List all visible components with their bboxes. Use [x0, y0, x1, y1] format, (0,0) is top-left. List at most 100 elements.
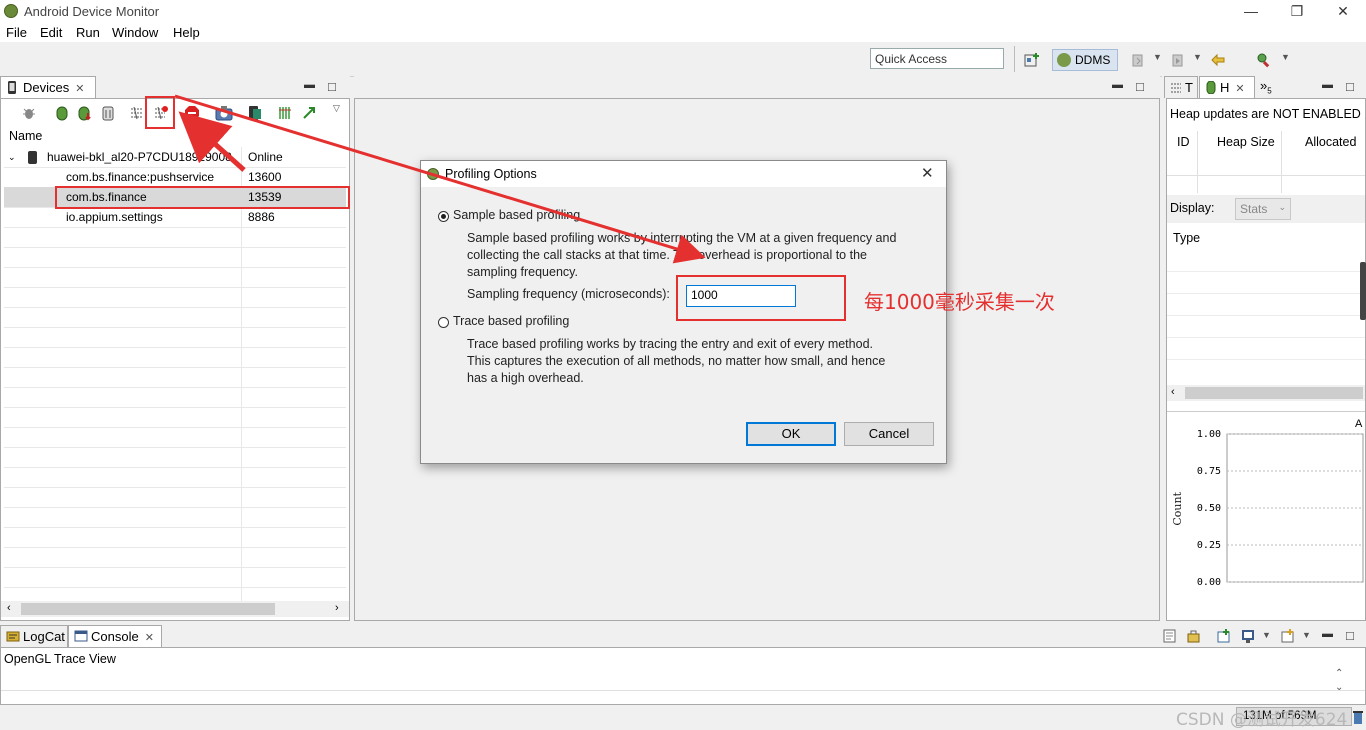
tab-threads[interactable]: T: [1164, 76, 1198, 98]
minimize-view-icon[interactable]: ▬: [304, 79, 315, 91]
app-icon: [4, 4, 18, 18]
column-type-header[interactable]: Type: [1173, 231, 1200, 245]
close-icon[interactable]: ✕: [75, 83, 84, 95]
tab-logcat[interactable]: LogCat: [0, 625, 68, 647]
opengl-trace-icon[interactable]: [301, 105, 317, 121]
maximize-view-icon[interactable]: □: [1136, 79, 1144, 94]
devices-horizontal-scrollbar[interactable]: ‹ ›: [1, 601, 349, 617]
open-console-dropdown-icon[interactable]: ▼: [1302, 630, 1311, 640]
stop-process-icon[interactable]: [184, 105, 200, 121]
console-content-title: OpenGL Trace View: [4, 652, 116, 666]
debug-dropdown-icon[interactable]: ▼: [1153, 52, 1162, 62]
display-console-icon[interactable]: [1240, 628, 1256, 644]
scroll-right-icon[interactable]: ›: [335, 602, 339, 614]
clear-console-icon[interactable]: [1162, 628, 1178, 644]
cancel-button[interactable]: Cancel: [844, 422, 934, 446]
heap-tab-bar: T H ✕ »5 ▬ □: [1162, 76, 1366, 98]
menu-help[interactable]: Help: [173, 25, 200, 40]
chevron-down-icon[interactable]: ⌄: [8, 147, 16, 167]
run-icon[interactable]: [1170, 52, 1186, 68]
search-icon[interactable]: [1256, 52, 1272, 68]
display-select[interactable]: Stats ⌄: [1235, 198, 1291, 220]
annotation-box-profiling-button: [145, 96, 175, 129]
dump-view-hierarchy-icon[interactable]: [247, 105, 263, 121]
dialog-close-icon[interactable]: ✕: [921, 164, 934, 182]
scroll-up-icon[interactable]: ⌃: [1335, 668, 1343, 679]
menu-run[interactable]: Run: [76, 25, 100, 40]
screen-capture-icon[interactable]: [215, 105, 233, 121]
bottom-view: LogCat Console ✕ ▼ ▼ ▬ □ OpenGL Trace Vie…: [0, 625, 1366, 705]
heap-tab-icon: [1206, 81, 1216, 94]
minimize-view-icon[interactable]: ▬: [1322, 79, 1333, 91]
trace-profiling-radio[interactable]: [438, 317, 449, 328]
scroll-lock-icon[interactable]: [1186, 628, 1202, 644]
trace-profiling-label[interactable]: Trace based profiling: [453, 314, 569, 328]
sample-profiling-label[interactable]: Sample based profiling: [453, 208, 580, 222]
close-icon[interactable]: ✕: [145, 632, 154, 644]
tab-devices[interactable]: Devices ✕: [0, 76, 96, 98]
more-tabs-icon[interactable]: »5: [1260, 78, 1272, 96]
update-threads-icon[interactable]: [129, 105, 145, 121]
trash-icon[interactable]: [1352, 709, 1364, 725]
column-heap-size-header[interactable]: Heap Size: [1217, 135, 1275, 149]
scrollbar-thumb[interactable]: [1185, 387, 1363, 399]
column-name-header[interactable]: Name: [9, 129, 42, 143]
chevron-down-icon: ⌄: [1278, 202, 1286, 212]
heap-chart: A Count 1.00 0.75 0.50 0.25 0.00: [1167, 411, 1365, 620]
ok-button[interactable]: OK: [746, 422, 836, 446]
restore-button[interactable]: ❐: [1274, 0, 1320, 22]
minimize-button[interactable]: —: [1228, 0, 1274, 22]
maximize-view-icon[interactable]: □: [1346, 79, 1354, 94]
maximize-view-icon[interactable]: □: [1346, 628, 1354, 643]
back-arrow-icon[interactable]: [1210, 52, 1226, 68]
view-menu-icon[interactable]: ▽: [333, 103, 340, 114]
title-bar: Android Device Monitor — ❐ ✕: [0, 0, 1366, 22]
heap-horizontal-scrollbar[interactable]: ‹: [1167, 385, 1365, 401]
scroll-down-icon[interactable]: ⌄: [1335, 682, 1343, 693]
process-name: io.appium.settings: [66, 210, 163, 224]
cause-gc-icon[interactable]: [101, 105, 115, 121]
maximize-view-icon[interactable]: □: [328, 79, 336, 94]
row-divider: [1167, 271, 1365, 272]
menu-file[interactable]: File: [6, 25, 27, 40]
scrollbar-thumb[interactable]: [21, 603, 275, 615]
quick-access-input[interactable]: Quick Access: [870, 48, 1004, 69]
tab-console[interactable]: Console ✕: [68, 625, 162, 647]
search-dropdown-icon[interactable]: ▼: [1281, 52, 1290, 62]
open-perspective-icon[interactable]: [1024, 52, 1040, 68]
dump-hprof-icon[interactable]: [77, 105, 93, 121]
display-console-dropdown-icon[interactable]: ▼: [1262, 630, 1271, 640]
scroll-left-icon[interactable]: ‹: [7, 602, 11, 614]
row-divider: [1167, 315, 1365, 316]
run-dropdown-icon[interactable]: ▼: [1193, 52, 1202, 62]
debug-icon[interactable]: [1130, 52, 1146, 68]
ddms-perspective-button[interactable]: DDMS: [1052, 49, 1118, 71]
display-label: Display:: [1170, 201, 1215, 215]
debug-process-icon[interactable]: [21, 105, 37, 121]
process-row[interactable]: io.appium.settings 8886: [4, 207, 346, 227]
tab-heap[interactable]: H ✕: [1199, 76, 1255, 98]
systrace-icon[interactable]: [277, 105, 293, 121]
close-window-button[interactable]: ✕: [1320, 0, 1366, 22]
open-console-icon[interactable]: [1280, 628, 1296, 644]
column-allocated-header[interactable]: Allocated: [1305, 135, 1356, 149]
row-divider: [4, 587, 346, 588]
minimize-view-icon[interactable]: ▬: [1112, 79, 1123, 91]
menu-window[interactable]: Window: [112, 25, 158, 40]
scroll-indicator[interactable]: [1360, 262, 1366, 320]
minimize-view-icon[interactable]: ▬: [1322, 628, 1333, 640]
sample-profiling-radio[interactable]: [438, 211, 449, 222]
close-icon[interactable]: ✕: [1235, 83, 1244, 95]
row-divider: [1167, 175, 1365, 176]
row-divider: [4, 567, 346, 568]
status-bar: 131M of 569M CSDN @测试开发624: [0, 705, 1366, 730]
device-row[interactable]: ⌄ huawei-bkl_al20-P7CDU18929008 Online: [4, 147, 346, 167]
process-row[interactable]: com.bs.finance:pushservice 13600: [4, 167, 346, 187]
scroll-left-icon[interactable]: ‹: [1171, 386, 1175, 398]
editor-tab-bar: ▬ □: [354, 76, 1160, 98]
update-heap-icon[interactable]: [55, 105, 69, 121]
menu-edit[interactable]: Edit: [40, 25, 62, 40]
dialog-title: Profiling Options: [445, 167, 537, 181]
pin-console-icon[interactable]: [1216, 628, 1232, 644]
column-id-header[interactable]: ID: [1177, 135, 1190, 149]
